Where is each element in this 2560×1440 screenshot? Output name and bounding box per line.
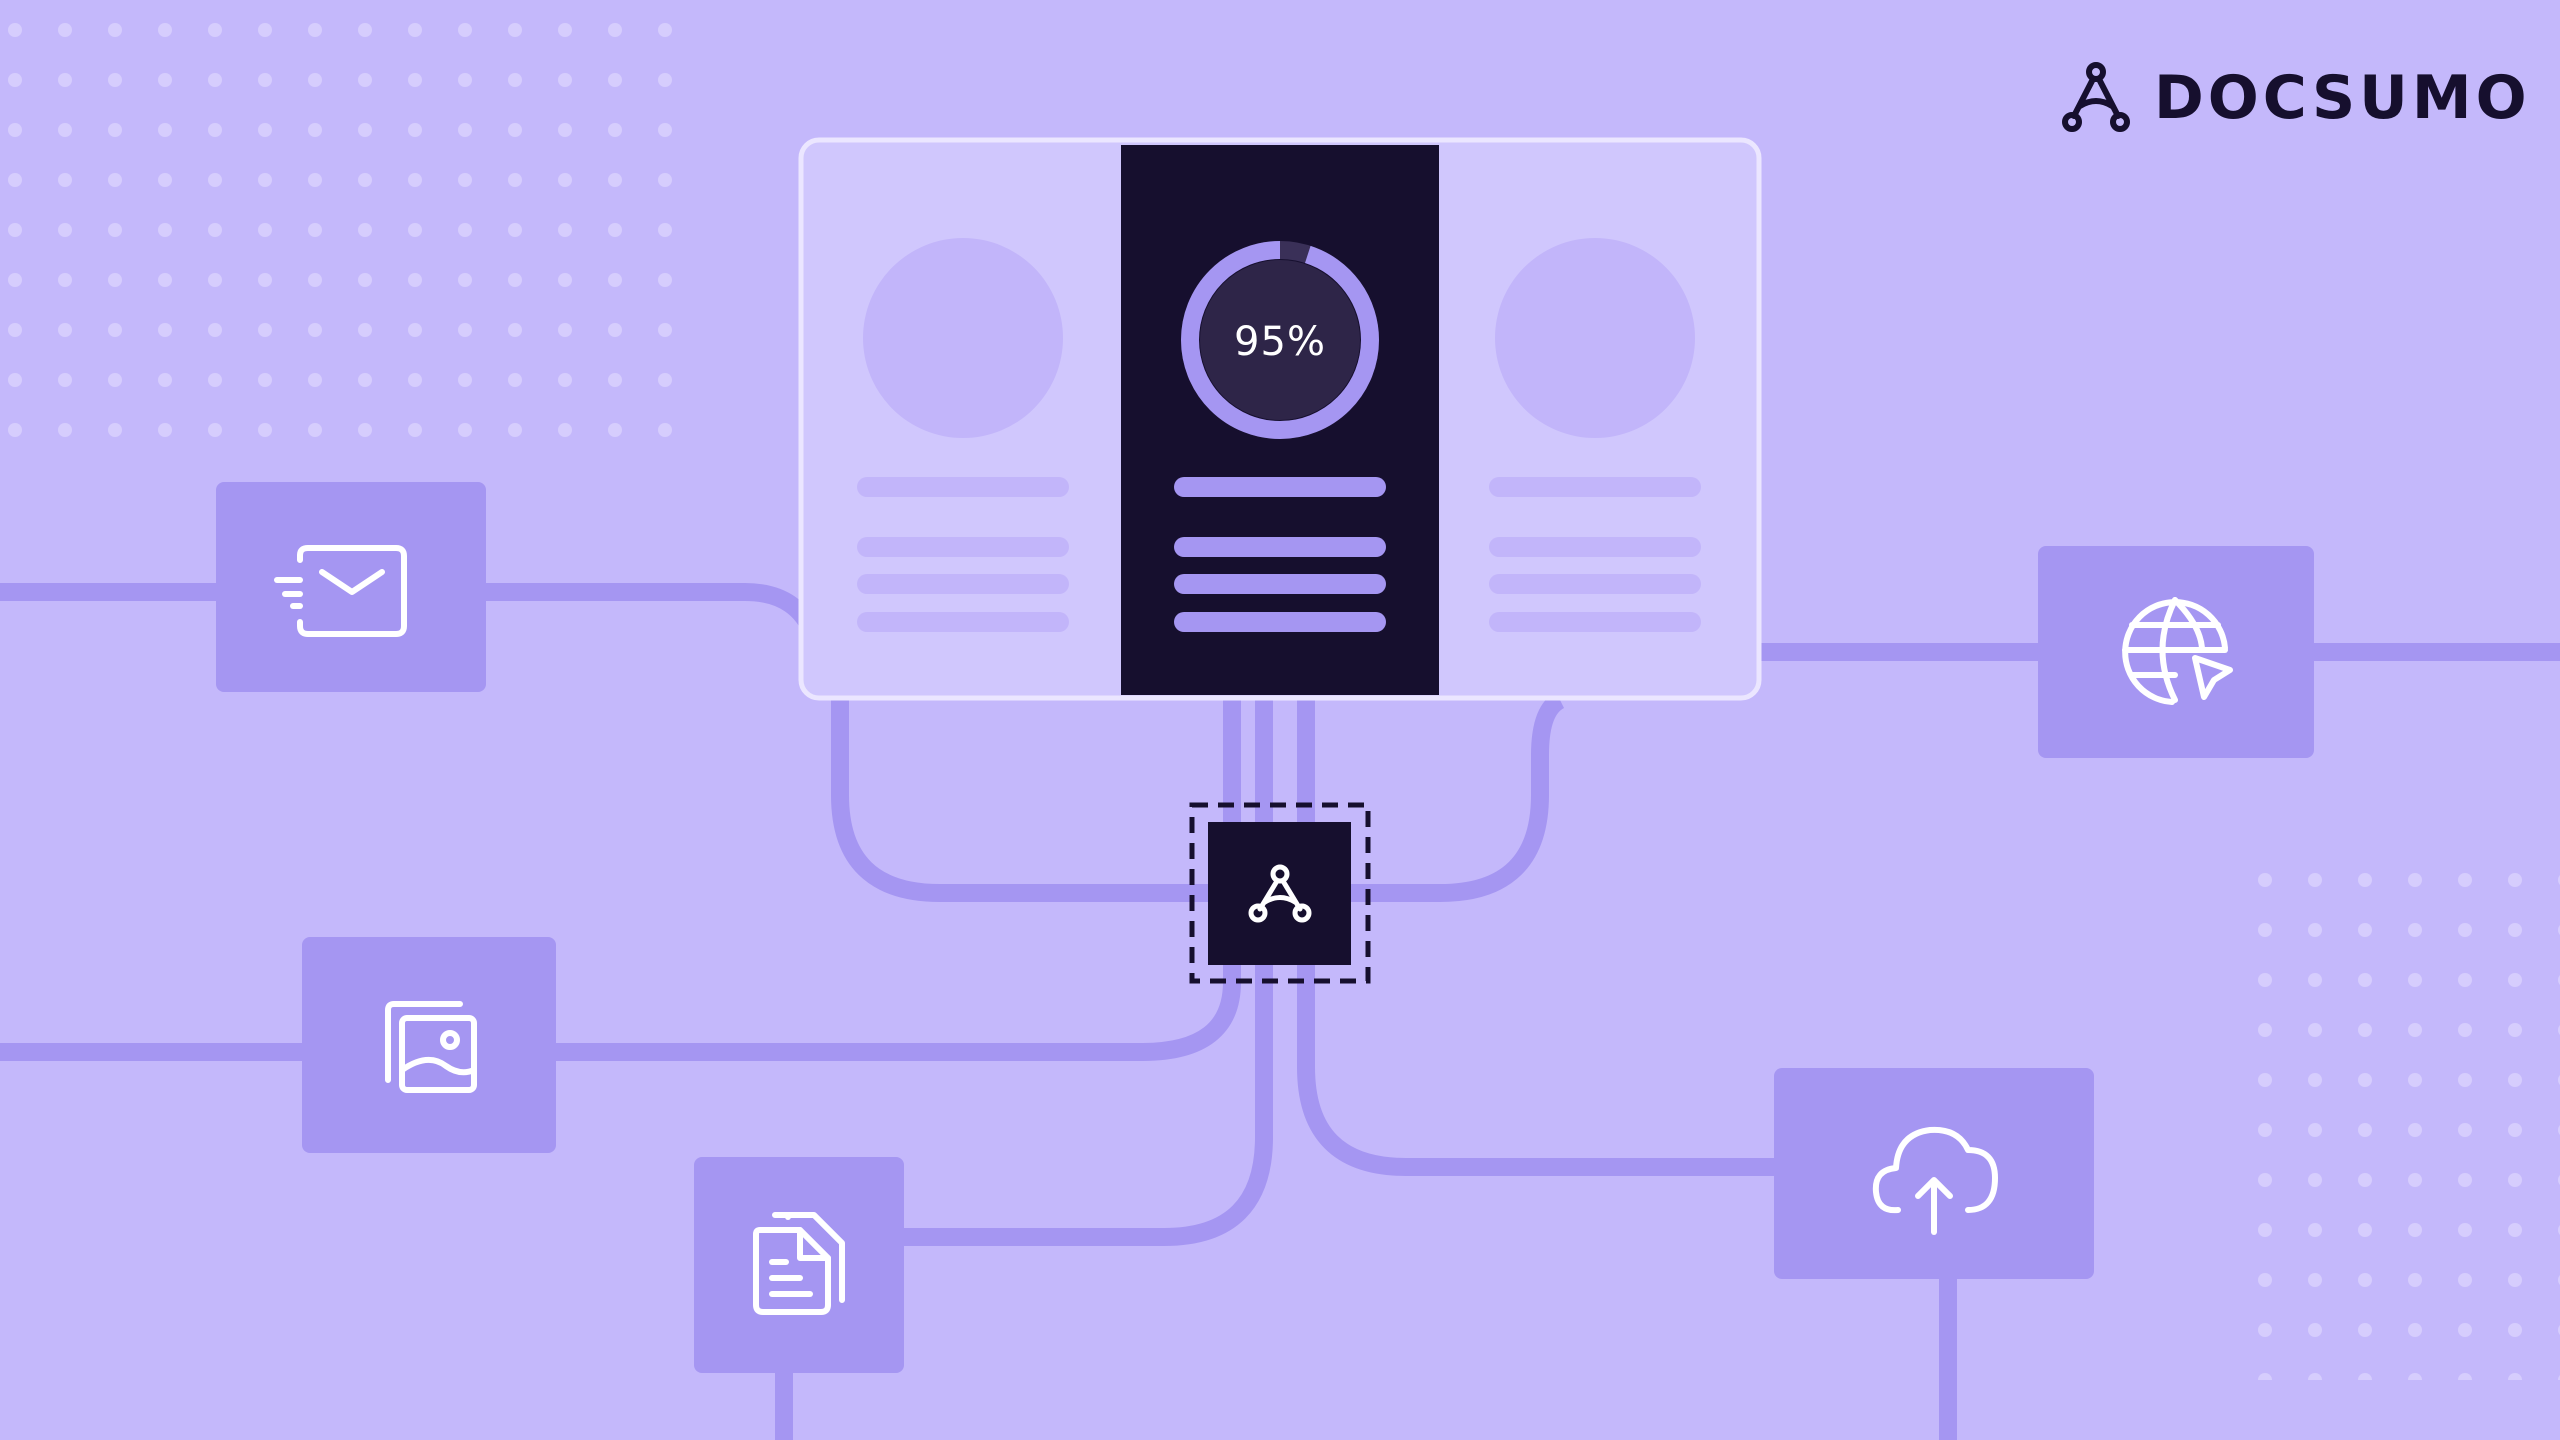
accuracy-percentage: 95% <box>1234 319 1326 365</box>
documents-tile <box>694 1157 904 1373</box>
panel-left-line-3 <box>857 574 1069 594</box>
hub-tile <box>1208 822 1351 965</box>
panel-center-line-4 <box>1174 612 1386 632</box>
panel-left-line-4 <box>857 612 1069 632</box>
panel-right-line-4 <box>1489 612 1701 632</box>
line-hub-to-cloud <box>1297 965 1780 1176</box>
docsumo-logo-icon <box>2062 62 2130 132</box>
hub-node <box>1189 802 1371 984</box>
dot-pattern-bottom-right <box>2240 840 2560 1380</box>
panel-left-line-2 <box>857 537 1069 557</box>
panel-center-line-1 <box>1174 477 1386 497</box>
images-tile <box>302 937 556 1153</box>
docsumo-logo: DOCSUMO <box>2060 58 2531 138</box>
panel-center-line-2 <box>1174 537 1386 557</box>
panel-right-line-3 <box>1489 574 1701 594</box>
line-hub-to-images <box>0 965 1241 1061</box>
email-tile <box>216 482 486 692</box>
web-node <box>2038 546 2314 758</box>
email-node <box>216 482 486 692</box>
dot-pattern-top-left <box>0 0 700 440</box>
cloud-tile <box>1774 1068 2094 1279</box>
workflow-illustration <box>0 0 2560 1440</box>
panel-left-avatar <box>863 238 1063 438</box>
images-node <box>302 937 556 1153</box>
cloud-node <box>1774 1068 2094 1279</box>
brand-name: DOCSUMO <box>2154 63 2531 133</box>
accuracy-card <box>798 137 1762 701</box>
panel-left-line-1 <box>857 477 1069 497</box>
panel-right-line-1 <box>1489 477 1701 497</box>
line-hub-to-documents <box>880 965 1273 1246</box>
panel-center-line-3 <box>1174 574 1386 594</box>
documents-node <box>694 1157 904 1373</box>
panel-right-line-2 <box>1489 537 1701 557</box>
panel-right-avatar <box>1495 238 1695 438</box>
line-card-right-to-hub <box>1350 691 1565 902</box>
line-card-left-to-hub <box>831 700 1210 902</box>
card-panel-center <box>1121 145 1439 695</box>
